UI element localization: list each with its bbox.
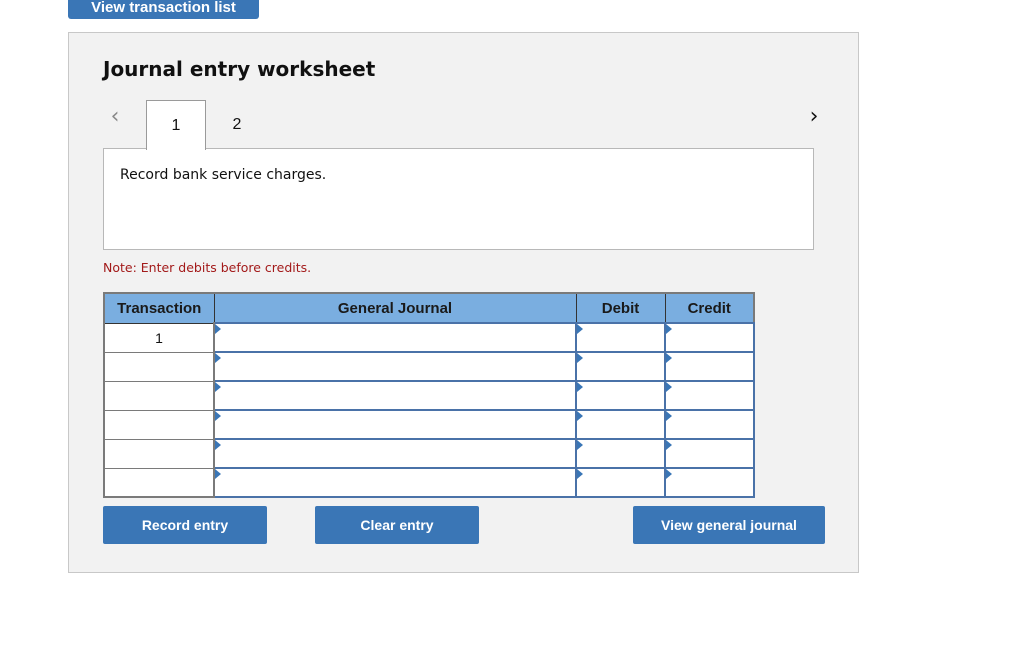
credit-input[interactable] [666, 440, 753, 467]
account-dropdown[interactable] [215, 469, 575, 496]
transaction-description-box: Record bank service charges. [103, 148, 814, 250]
header-debit: Debit [575, 292, 666, 324]
header-general-journal: General Journal [213, 292, 577, 324]
view-transaction-list-button[interactable]: View transaction list [68, 0, 259, 19]
table-row [103, 380, 755, 411]
transaction-cell [103, 438, 215, 469]
debit-input[interactable] [577, 411, 664, 438]
tab-1[interactable]: 1 [146, 100, 206, 150]
chevron-right-icon[interactable]: › [804, 105, 824, 129]
transaction-cell [103, 380, 215, 411]
worksheet-title: Journal entry worksheet [103, 57, 376, 81]
account-dropdown-cell [213, 380, 577, 411]
transaction-cell: 1 [103, 322, 215, 353]
transaction-description: Record bank service charges. [120, 167, 327, 183]
journal-entry-worksheet-panel: Journal entry worksheet ‹ 1 2 › Record b… [68, 32, 859, 573]
credit-input-cell [664, 409, 755, 440]
credit-input-cell [664, 351, 755, 382]
header-transaction: Transaction [103, 292, 215, 324]
table-row: 1 [103, 322, 755, 353]
account-dropdown[interactable] [215, 382, 575, 409]
record-entry-button[interactable]: Record entry [103, 506, 267, 544]
debit-input-cell [575, 322, 666, 353]
debit-input[interactable] [577, 324, 664, 351]
debit-input-cell [575, 380, 666, 411]
credit-input-cell [664, 322, 755, 353]
credit-input-cell [664, 438, 755, 469]
debit-input[interactable] [577, 353, 664, 380]
debit-input[interactable] [577, 469, 664, 496]
transaction-cell [103, 467, 215, 498]
note-text: Note: Enter debits before credits. [103, 260, 312, 275]
journal-table: Transaction General Journal Debit Credit… [103, 292, 755, 498]
account-dropdown[interactable] [215, 353, 575, 380]
account-dropdown-cell [213, 409, 577, 440]
clear-entry-button[interactable]: Clear entry [315, 506, 479, 544]
credit-input-cell [664, 380, 755, 411]
table-row [103, 438, 755, 469]
transaction-cell [103, 409, 215, 440]
credit-input[interactable] [666, 353, 753, 380]
debit-input[interactable] [577, 382, 664, 409]
table-row [103, 467, 755, 498]
credit-input[interactable] [666, 324, 753, 351]
account-dropdown[interactable] [215, 324, 575, 351]
table-row [103, 409, 755, 440]
transaction-cell [103, 351, 215, 382]
account-dropdown-cell [213, 467, 577, 498]
debit-input-cell [575, 409, 666, 440]
chevron-left-icon[interactable]: ‹ [105, 105, 125, 129]
account-dropdown[interactable] [215, 440, 575, 467]
debit-input[interactable] [577, 440, 664, 467]
account-dropdown-cell [213, 438, 577, 469]
credit-input[interactable] [666, 469, 753, 496]
header-credit: Credit [664, 292, 755, 324]
table-header-row: Transaction General Journal Debit Credit [103, 292, 755, 324]
account-dropdown[interactable] [215, 411, 575, 438]
debit-input-cell [575, 438, 666, 469]
credit-input[interactable] [666, 382, 753, 409]
debit-input-cell [575, 351, 666, 382]
table-row [103, 351, 755, 382]
account-dropdown-cell [213, 351, 577, 382]
credit-input[interactable] [666, 411, 753, 438]
account-dropdown-cell [213, 322, 577, 353]
credit-input-cell [664, 467, 755, 498]
debit-input-cell [575, 467, 666, 498]
tab-2[interactable]: 2 [207, 100, 267, 149]
view-general-journal-button[interactable]: View general journal [633, 506, 825, 544]
